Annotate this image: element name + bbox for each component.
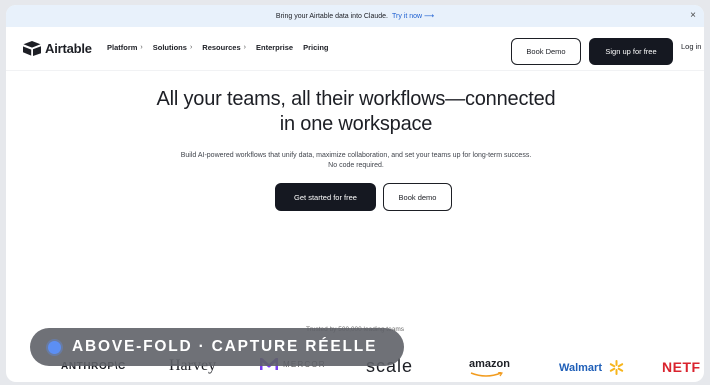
airtable-logo-icon <box>23 41 41 56</box>
close-icon[interactable]: × <box>690 10 696 22</box>
menu-item-label: Solutions <box>152 43 187 52</box>
status-dot-icon <box>48 340 61 354</box>
login-link[interactable]: Log in <box>681 42 701 51</box>
walmart-spark-icon <box>609 360 624 375</box>
chevron-right-icon: › <box>189 44 193 51</box>
main-menu: Platform › Solutions › Resources › Enter… <box>107 43 339 52</box>
menu-item-label: Resources <box>202 43 241 52</box>
top-navigation: Airtable Platform › Solutions › Resource… <box>6 27 704 71</box>
hero-title: All your teams, all their workflows—conn… <box>106 87 606 137</box>
chevron-right-icon: › <box>140 44 143 51</box>
menu-item-enterprise[interactable]: Enterprise <box>256 43 293 52</box>
hero-subtitle: Build AI-powered workflows that unify da… <box>126 151 586 171</box>
get-started-button[interactable]: Get started for free <box>275 183 376 211</box>
menu-item-pricing[interactable]: Pricing <box>303 43 328 52</box>
menu-item-label: Platform <box>107 43 138 52</box>
menu-item-label: Pricing <box>303 43 329 52</box>
amazon-smile-icon <box>470 372 503 377</box>
menu-item-solutions[interactable]: Solutions › <box>153 43 193 52</box>
menu-item-resources[interactable]: Resources › <box>202 43 246 52</box>
hero-title-line: in one workspace <box>279 113 433 135</box>
sign-up-button[interactable]: Sign up for free <box>589 38 673 65</box>
book-demo-hero-button[interactable]: Book demo <box>383 183 452 211</box>
hero-subtitle-line: No code required. <box>328 162 384 169</box>
logo-wordmark: Airtable <box>45 40 92 56</box>
menu-item-label: Enterprise <box>255 43 294 52</box>
amazon-logo: amazon <box>469 358 510 370</box>
browser-page: Bring your Airtable data into Claude. Tr… <box>6 5 704 382</box>
airtable-logo[interactable]: Airtable <box>22 40 92 56</box>
menu-item-platform[interactable]: Platform › <box>107 43 143 52</box>
overlay-label: ABOVE-FOLD · CAPTURE RÉELLE <box>72 338 378 355</box>
hero-subtitle-line: Build AI-powered workflows that unify da… <box>180 152 532 159</box>
announcement-banner: Bring your Airtable data into Claude. Tr… <box>6 5 704 27</box>
netflix-logo: NETF <box>662 359 701 375</box>
banner-link[interactable]: Try it now ⟶ <box>392 12 434 20</box>
banner-text: Bring your Airtable data into Claude. <box>275 12 388 20</box>
capture-overlay-pill: ABOVE-FOLD · CAPTURE RÉELLE <box>30 328 404 366</box>
hero-title-line: All your teams, all their workflows—conn… <box>156 88 556 110</box>
walmart-logo: Walmart <box>559 362 602 374</box>
chevron-right-icon: › <box>243 44 246 51</box>
book-demo-button[interactable]: Book Demo <box>511 38 581 65</box>
